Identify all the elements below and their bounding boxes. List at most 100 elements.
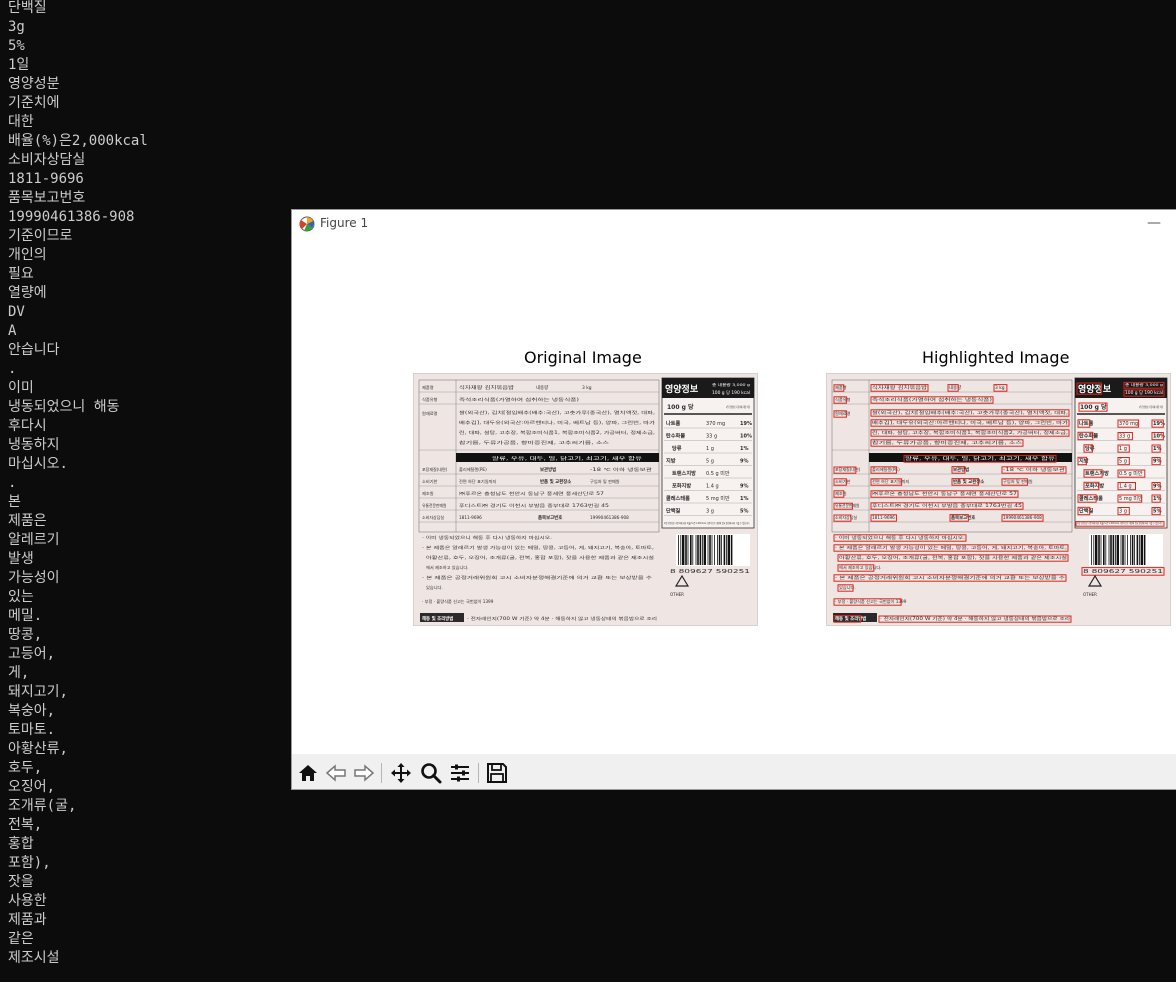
home-icon[interactable] [296, 761, 320, 785]
toolbar-separator [478, 763, 479, 783]
barcode-bar [726, 535, 727, 565]
barcode-number: 8 809627 590251 [1083, 569, 1163, 575]
terminal-line: 알레르기 [8, 532, 60, 548]
nutrient-amount: 3 g [1119, 509, 1127, 515]
terminal-line: 제품과 [8, 912, 47, 928]
barcode-bar [1103, 535, 1105, 565]
barcode-bar [1095, 535, 1098, 565]
figure-canvas[interactable]: Original Image Highlighted Image 제품명 식자재왕… [292, 238, 1176, 754]
allergy-text: 알류, 우유, 대두, 밀, 닭고기, 쇠고기, 새우 함유 [492, 455, 642, 462]
zoom-magnifier-icon[interactable] [419, 761, 443, 785]
terminal-line: 돼지고기, [8, 684, 68, 700]
barcode-bar [1115, 535, 1116, 565]
terminal-line: 가능성이 [8, 570, 60, 586]
nutrition-total: 총 내용량 3,000 g [712, 382, 750, 387]
original-image-title: Original Image [524, 348, 642, 367]
label-header: 제품명 [422, 384, 434, 391]
toolbar-separator [381, 763, 382, 783]
barcode-bar [695, 535, 697, 565]
barcode-area [1089, 534, 1163, 566]
terminal-line: 안습니다 [8, 342, 60, 358]
nutrient-amount: 1 g [1119, 446, 1127, 452]
nutrient-amount: 5 g [1119, 459, 1127, 465]
forward-arrow-icon[interactable] [352, 761, 376, 785]
terminal-line: 토마토. [8, 722, 56, 738]
nutrient-name: 단백질 [666, 507, 681, 515]
label-value: 배추김], 대두유(외국산:아르헨티나, 미국, 베트남 등), 양파, 그린빈… [459, 419, 655, 426]
terminal-line: 냉동되었으니 해동 [8, 399, 120, 415]
terminal-line: A [8, 323, 17, 339]
nutrition-ratio-header: 1일 영양성분 기준치에 대한 비율 [1139, 405, 1163, 409]
barcode-bar [1139, 535, 1140, 565]
nutrient-name: 나트륨 [666, 419, 681, 427]
nutrition-per-100g: 100 g 당 [1080, 403, 1107, 411]
window-titlebar[interactable]: Figure 1 — [292, 210, 1176, 238]
terminal-line: . [8, 361, 17, 377]
barcode-area [676, 534, 750, 566]
terminal-line: 호두, [8, 760, 43, 776]
nutrient-percent: 9% [740, 459, 749, 465]
label-value: -18 ℃ 이하 냉동보관 [590, 466, 652, 473]
terminal-line: 개인의 [8, 247, 47, 263]
terminal-line: 5% [8, 38, 25, 54]
label-value: ㈜푸르온 충청남도 천안시 동남구 풍세면 풍세산단로 57 [459, 490, 604, 497]
label-header: 소비자상담실 [422, 514, 444, 520]
label-value: 3 kg [582, 385, 592, 391]
notice-text: 있습니다. [426, 584, 443, 591]
nutrient-amount: 370 mg [706, 421, 725, 427]
label-header: 원재료명 [422, 410, 438, 417]
allergy-text: 알류, 우유, 대두, 밀, 닭고기, 쇠고기, 새우 함유 [905, 455, 1055, 462]
minimize-button[interactable]: — [1142, 213, 1166, 235]
nutrient-amount: 1 g [706, 446, 714, 452]
terminal-line: 제조시설 [8, 950, 60, 966]
barcode-bar [711, 535, 713, 565]
label-value: 식자재왕 김치볶음밥 [459, 384, 514, 391]
nutrient-amount: 0.5 g 미만 [706, 470, 730, 477]
notice-text: · 본 제품은 알레르기 발생 가능성이 있는 메밀, 땅콩, 고등어, 게, … [422, 544, 654, 551]
barcode-bar [1136, 535, 1139, 565]
terminal-line: 메밀. [8, 608, 43, 624]
terminal-line: 있는 [8, 589, 34, 605]
save-floppy-icon[interactable] [485, 761, 509, 785]
configure-sliders-icon[interactable] [448, 761, 472, 785]
barcode-bar [1120, 535, 1122, 565]
label-value: 구입처 및 판매원 [590, 478, 620, 485]
barcode-bar [1143, 535, 1146, 565]
label-header: 반품 및 교환장소 [540, 478, 571, 485]
nutrient-amount: 33 g [1119, 434, 1130, 440]
barcode-bar [1112, 535, 1115, 565]
barcode-bar [1098, 535, 1100, 565]
label-value: 전면 하단 표기일까지 [459, 478, 496, 485]
pan-move-icon[interactable] [389, 761, 413, 785]
notice-text: 에서 제조하고 있습니다. [426, 564, 469, 571]
label-header: 유통전문판매원 [835, 503, 860, 508]
back-arrow-icon[interactable] [324, 761, 348, 785]
barcode-bar [718, 535, 721, 565]
recycle-label: OTHER [1083, 592, 1097, 597]
terminal-line: 발생 [8, 551, 34, 567]
barcode-bar [1140, 535, 1143, 565]
label-value: 린, 대파, 설탕, 고추장, 복합조미식품1, 복합조미식품2, 가공버터, … [459, 429, 655, 436]
label-value: 푸디스트㈜ 경기도 이천시 부발읍 중부대로 1763번길 45 [459, 502, 609, 509]
matplotlib-logo-icon [299, 216, 315, 232]
terminal-line: 오징어, [8, 779, 56, 795]
terminal-line: 품목보고번호 [8, 190, 86, 206]
barcode-bar [1130, 535, 1131, 565]
terminal-line: 기준이므로 [8, 228, 73, 244]
nutrient-name: 트랜스지방 [672, 469, 696, 477]
recycle-label: OTHER [670, 592, 684, 597]
terminal-line: 고등어, [8, 646, 56, 662]
nutrient-amount: 0.5 g 미만 [1119, 470, 1143, 477]
label-header: 유통전문판매원 [422, 503, 447, 508]
barcode-bar [703, 535, 706, 565]
terminal-line: 1811-9696 [8, 171, 84, 187]
barcode-bar [1110, 535, 1112, 565]
terminal-line: 본 [8, 494, 21, 510]
barcode-bar [690, 535, 692, 565]
barcode-bar [680, 535, 682, 565]
label-header: 제조원 [422, 490, 434, 497]
label-value: 1811-9696 [872, 515, 895, 520]
highlighted-image: 제품명 식자재왕 김치볶음밥 내용량 3 kg 식품유형 즉석조리식품(가열하여 섭취하는… [826, 373, 1171, 626]
label-value: 1811-9696 [459, 515, 482, 520]
barcode-bar [1124, 535, 1126, 565]
